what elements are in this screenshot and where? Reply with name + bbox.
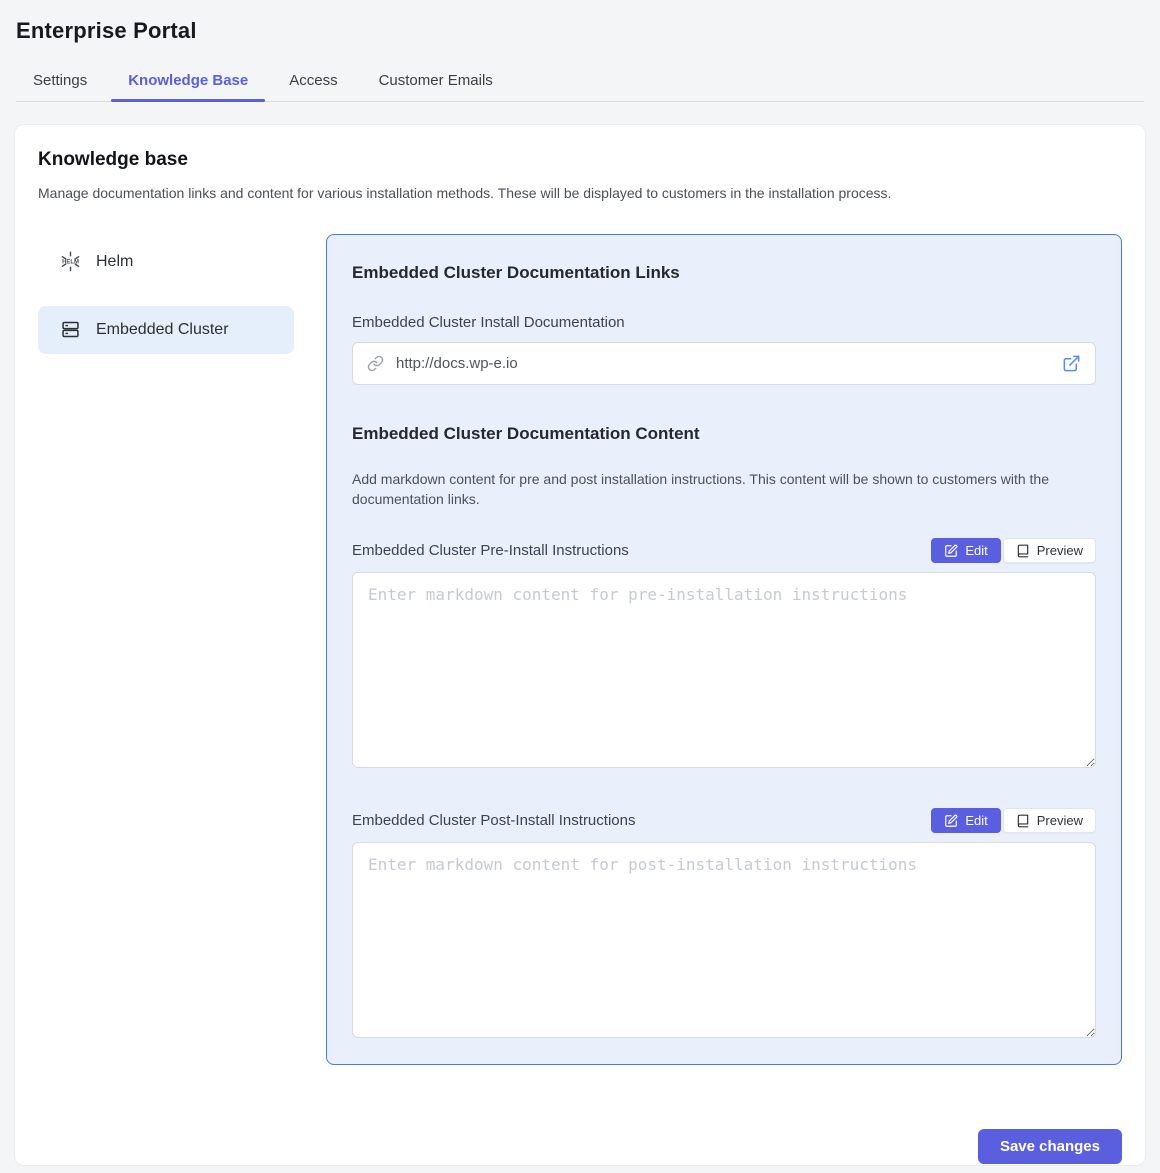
card-heading: Knowledge base: [38, 149, 1122, 171]
pre-install-edit-button[interactable]: Edit: [931, 538, 1000, 563]
edit-icon: [944, 544, 958, 558]
page-header: Enterprise Portal: [0, 0, 1160, 44]
edit-button-label: Edit: [965, 543, 987, 558]
pre-install-mode-toggle: Edit Preview: [931, 538, 1096, 563]
preview-button-label: Preview: [1037, 543, 1083, 558]
sidebar-item-embedded-cluster[interactable]: Embedded Cluster: [38, 306, 294, 354]
tab-settings[interactable]: Settings: [16, 62, 104, 101]
install-method-nav: HELM Helm Embedded Cluster: [38, 234, 294, 374]
post-install-preview-button[interactable]: Preview: [1003, 808, 1096, 833]
sidebar-item-label: Embedded Cluster: [96, 321, 229, 339]
card-description: Manage documentation links and content f…: [38, 184, 1122, 204]
documentation-content-heading: Embedded Cluster Documentation Content: [352, 424, 1096, 444]
sidebar-item-label: Helm: [96, 253, 133, 271]
tab-access[interactable]: Access: [272, 62, 354, 101]
embedded-cluster-panel: Embedded Cluster Documentation Links Emb…: [326, 234, 1122, 1066]
pre-install-textarea[interactable]: [352, 572, 1096, 768]
tab-customer-emails[interactable]: Customer Emails: [362, 62, 510, 101]
save-changes-button[interactable]: Save changes: [978, 1129, 1122, 1164]
pre-install-label: Embedded Cluster Pre-Install Instruction…: [352, 542, 629, 559]
post-install-textarea[interactable]: [352, 842, 1096, 1038]
page-title: Enterprise Portal: [16, 18, 1144, 44]
preview-button-label: Preview: [1037, 813, 1083, 828]
install-doc-url-input[interactable]: [394, 354, 1052, 373]
link-icon: [367, 355, 384, 372]
documentation-content-description: Add markdown content for pre and post in…: [352, 469, 1096, 510]
knowledge-base-card: Knowledge base Manage documentation link…: [14, 124, 1146, 1166]
install-doc-label: Embedded Cluster Install Documentation: [352, 314, 1096, 331]
book-icon: [1016, 814, 1030, 828]
post-install-label: Embedded Cluster Post-Install Instructio…: [352, 812, 635, 829]
edit-icon: [944, 814, 958, 828]
pre-install-preview-button[interactable]: Preview: [1003, 538, 1096, 563]
edit-button-label: Edit: [965, 813, 987, 828]
sidebar-item-helm[interactable]: HELM Helm: [38, 238, 294, 286]
svg-text:HELM: HELM: [62, 260, 79, 266]
book-icon: [1016, 544, 1030, 558]
post-install-mode-toggle: Edit Preview: [931, 808, 1096, 833]
tab-bar: Settings Knowledge Base Access Customer …: [16, 62, 1144, 102]
server-icon: [58, 319, 82, 340]
documentation-links-heading: Embedded Cluster Documentation Links: [352, 263, 1096, 283]
tab-knowledge-base[interactable]: Knowledge Base: [111, 62, 265, 101]
card-footer: Save changes: [38, 1065, 1122, 1165]
post-install-edit-button[interactable]: Edit: [931, 808, 1000, 833]
external-link-icon[interactable]: [1062, 354, 1081, 373]
helm-icon: HELM: [58, 250, 82, 273]
install-doc-url-field: [352, 342, 1096, 385]
